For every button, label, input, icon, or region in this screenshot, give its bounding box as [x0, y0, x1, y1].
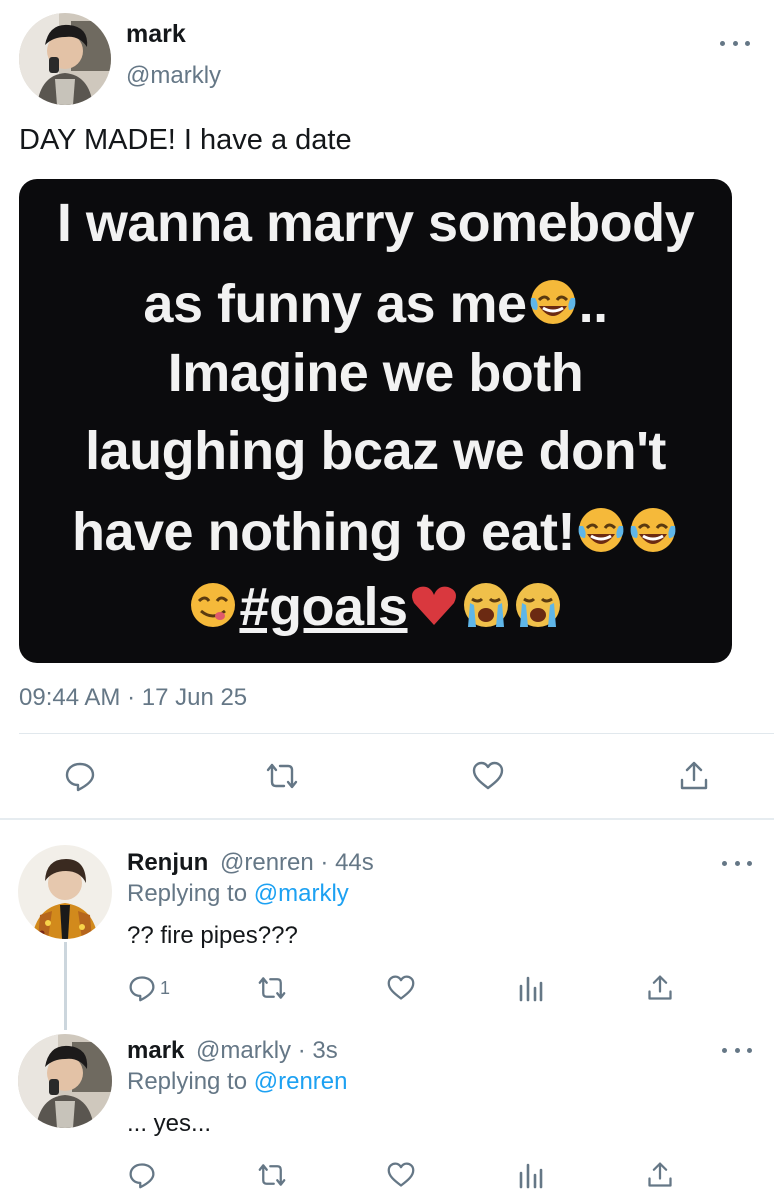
yum-face-icon: [187, 579, 239, 631]
red-heart-icon: [408, 579, 460, 631]
reply-button[interactable]: [128, 1158, 156, 1192]
heart-icon: [472, 761, 504, 790]
display-name[interactable]: mark: [126, 20, 186, 49]
heart-icon: [387, 1162, 415, 1187]
divider: [19, 733, 774, 734]
analytics-button[interactable]: [518, 971, 544, 1005]
retweet-icon: [258, 1164, 286, 1186]
tweet-text: DAY MADE! I have a date: [19, 124, 352, 156]
mention-link[interactable]: @markly: [254, 880, 349, 907]
bar-chart-icon: [519, 976, 543, 1002]
display-name[interactable]: mark: [127, 1037, 184, 1065]
more-options-button[interactable]: [722, 856, 752, 870]
more-options-button[interactable]: [722, 1043, 752, 1057]
crying-face-icon: [512, 579, 564, 631]
like-button[interactable]: [386, 971, 416, 1005]
like-button[interactable]: [468, 756, 508, 796]
speech-bubble-icon: [65, 762, 95, 792]
handle-and-time[interactable]: @markly · 3s: [196, 1037, 338, 1065]
image-text-line: as funny as me..: [143, 274, 608, 334]
bar-chart-icon: [519, 1163, 543, 1189]
speech-bubble-icon: [129, 1163, 155, 1189]
tweet-image[interactable]: I wanna marry somebody as funny as me.. …: [19, 179, 732, 663]
share-upload-icon: [648, 1162, 672, 1187]
thread-line: [64, 942, 67, 1030]
reply-button[interactable]: 1: [128, 971, 170, 1005]
mention-link[interactable]: @renren: [254, 1068, 348, 1095]
avatar[interactable]: [18, 845, 112, 939]
like-button[interactable]: [386, 1158, 416, 1192]
tears-of-joy-icon: [627, 504, 679, 556]
replying-to: Replying to @markly: [127, 880, 349, 907]
retweet-button[interactable]: [256, 971, 288, 1005]
image-text-line: I wanna marry somebody: [56, 193, 695, 253]
reply-text: ... yes...: [127, 1110, 212, 1137]
tears-of-joy-icon: [527, 276, 579, 328]
analytics-button[interactable]: [518, 1158, 544, 1192]
more-horizontal-icon: [722, 860, 727, 866]
tweet-timestamp[interactable]: 09:44 AM · 17 Jun 25: [19, 684, 247, 712]
share-button[interactable]: [674, 756, 714, 796]
replying-to: Replying to @renren: [127, 1068, 348, 1095]
retweet-icon: [258, 977, 286, 999]
display-name[interactable]: Renjun: [127, 849, 208, 877]
reply-button[interactable]: [60, 756, 100, 796]
reply-text: ?? fire pipes???: [127, 922, 298, 949]
reply-count: 1: [160, 977, 171, 998]
speech-bubble-icon: [129, 976, 155, 1002]
share-upload-icon: [680, 761, 708, 790]
image-text-line: have nothing to eat!: [19, 504, 732, 559]
retweet-button[interactable]: [262, 756, 302, 796]
image-text-line: Imagine we both: [167, 343, 584, 403]
image-text-line: #goals: [19, 579, 732, 634]
section-separator: [0, 818, 774, 820]
share-button[interactable]: [646, 1158, 674, 1192]
more-horizontal-icon: [722, 1047, 727, 1053]
user-handle[interactable]: @markly: [126, 62, 221, 90]
image-text-line: laughing bcaz we don't: [85, 421, 666, 481]
crying-face-icon: [460, 579, 512, 631]
share-upload-icon: [648, 975, 672, 1000]
retweet-icon: [266, 763, 298, 789]
avatar[interactable]: [18, 1034, 112, 1128]
retweet-button[interactable]: [256, 1158, 288, 1192]
share-button[interactable]: [646, 971, 674, 1005]
tears-of-joy-icon: [575, 504, 627, 556]
more-horizontal-icon: [720, 40, 725, 46]
heart-icon: [387, 975, 415, 1000]
avatar[interactable]: [19, 13, 111, 105]
handle-and-time[interactable]: @renren · 44s: [220, 849, 374, 877]
more-options-button[interactable]: [720, 36, 750, 50]
